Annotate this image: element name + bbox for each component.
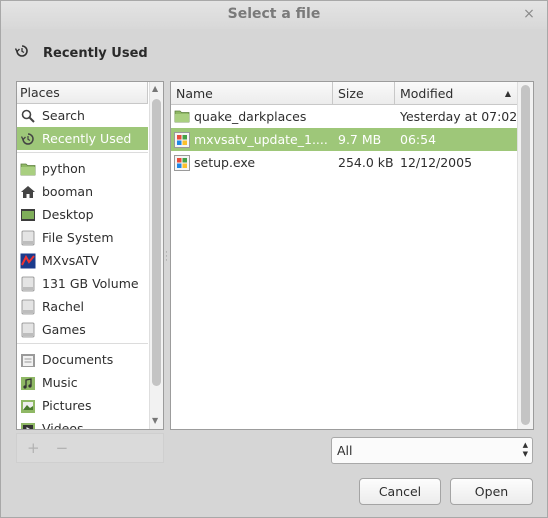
file-list: Name Size Modified ▲ quake_darkplaces Yes… — [170, 81, 534, 430]
place-item-label: booman — [42, 184, 93, 199]
places-header[interactable]: Places — [17, 82, 148, 104]
scroll-down-icon[interactable]: ▼ — [152, 416, 158, 425]
file-rows: quake_darkplaces Yesterday at 07:02 mxvsat… — [171, 105, 533, 174]
place-item-documents[interactable]: Documents — [17, 348, 148, 371]
file-list-scrollbar[interactable] — [517, 82, 533, 429]
exe-icon — [174, 131, 190, 148]
file-modified: Yesterday at 07:02 — [400, 109, 518, 124]
title-bar[interactable]: Select a file × — [1, 1, 547, 29]
column-size[interactable]: Size — [333, 82, 395, 105]
scroll-up-icon[interactable]: ▲ — [152, 84, 158, 93]
music-folder-icon — [20, 375, 36, 391]
place-item-search[interactable]: Search — [17, 104, 148, 127]
file-list-scroll-thumb[interactable] — [521, 85, 530, 425]
file-row[interactable]: quake_darkplaces Yesterday at 07:02 — [171, 105, 518, 128]
file-name-cell: mxvsatv_update_1.... — [171, 131, 333, 148]
pictures-folder-icon — [20, 398, 36, 414]
file-name: setup.exe — [194, 155, 256, 170]
drive-icon — [20, 299, 36, 315]
place-item-mxvsatv[interactable]: MXvsATV — [17, 249, 148, 272]
file-name: quake_darkplaces — [194, 109, 307, 124]
place-item-label: MXvsATV — [42, 253, 100, 268]
column-name[interactable]: Name — [171, 82, 333, 105]
sort-ascending-icon: ▲ — [504, 89, 511, 98]
places-sidebar: Places Search Recently Used python booman De… — [16, 81, 164, 430]
file-modified: 12/12/2005 — [400, 155, 473, 170]
file-name: mxvsatv_update_1.... — [194, 132, 328, 147]
cancel-button[interactable]: Cancel — [359, 478, 441, 505]
videos-folder-icon — [20, 421, 36, 429]
updown-icon: ▲ ▼ — [522, 441, 528, 458]
place-item-games[interactable]: Games — [17, 318, 148, 341]
place-item-label: Rachel — [42, 299, 85, 314]
column-modified[interactable]: Modified ▲ — [395, 82, 518, 105]
search-icon — [20, 108, 36, 124]
place-item-label: Music — [42, 375, 78, 390]
drive-icon — [20, 322, 36, 338]
filter-value: All — [337, 443, 353, 458]
drive-icon — [20, 230, 36, 246]
place-item-recently-used[interactable]: Recently Used — [17, 127, 148, 150]
folder-icon — [174, 109, 190, 125]
drive-icon — [20, 276, 36, 292]
place-item-music[interactable]: Music — [17, 371, 148, 394]
places-scroll-thumb[interactable] — [152, 99, 161, 386]
file-size: 9.7 MB — [338, 132, 382, 147]
location-label: Recently Used — [43, 45, 148, 61]
close-icon[interactable]: × — [521, 6, 537, 22]
dialog-title: Select a file — [227, 6, 321, 22]
place-item-booman[interactable]: booman — [17, 180, 148, 203]
folder-icon — [20, 161, 36, 177]
open-button[interactable]: Open — [450, 478, 533, 505]
place-item-label: File System — [42, 230, 114, 245]
file-type-filter[interactable]: All ▲ ▼ — [331, 437, 533, 464]
places-separator — [17, 152, 148, 156]
place-item-label: Recently Used — [42, 131, 132, 146]
file-chooser-dialog: Select a file × Recently Used Places Sea… — [0, 0, 548, 518]
file-row[interactable]: setup.exe 254.0 kB 12/12/2005 — [171, 151, 518, 174]
recent-icon — [14, 44, 31, 62]
place-item-label: Games — [42, 322, 86, 337]
remove-bookmark-button[interactable]: − — [56, 439, 69, 457]
place-item-label: python — [42, 161, 86, 176]
place-item-label: Documents — [42, 352, 114, 367]
place-item-label: Videos — [42, 421, 84, 430]
place-item-label: Search — [42, 108, 85, 123]
place-item-label: Desktop — [42, 207, 94, 222]
place-item-pictures[interactable]: Pictures — [17, 394, 148, 417]
file-row[interactable]: mxvsatv_update_1.... 9.7 MB 06:54 — [171, 128, 518, 151]
exe-icon — [174, 154, 190, 171]
place-item-videos[interactable]: Videos — [17, 417, 148, 430]
column-modified-label: Modified — [400, 86, 454, 101]
places-buttons: + − — [16, 433, 164, 463]
pane-splitter[interactable]: · · · — [165, 249, 168, 266]
places-scrollbar[interactable]: ▲ ▼ — [149, 82, 163, 429]
places-separator — [17, 343, 148, 347]
places-list: Search Recently Used python booman Desktop Fi… — [17, 104, 163, 430]
place-item-desktop[interactable]: Desktop — [17, 203, 148, 226]
recent-icon — [20, 131, 36, 147]
file-modified: 06:54 — [400, 132, 437, 147]
place-item-131-gb-volume[interactable]: 131 GB Volume — [17, 272, 148, 295]
file-name-cell: setup.exe — [171, 154, 333, 171]
file-name-cell: quake_darkplaces — [171, 109, 333, 125]
place-item-python[interactable]: python — [17, 157, 148, 180]
place-item-file-system[interactable]: File System — [17, 226, 148, 249]
place-item-rachel[interactable]: Rachel — [17, 295, 148, 318]
location-bar[interactable]: Recently Used — [14, 43, 148, 63]
mxvsatv-icon — [20, 253, 36, 269]
place-item-label: Pictures — [42, 398, 92, 413]
file-list-header: Name Size Modified ▲ — [171, 82, 518, 105]
place-item-label: 131 GB Volume — [42, 276, 139, 291]
home-icon — [20, 184, 36, 200]
desktop-icon — [20, 207, 36, 223]
add-bookmark-button[interactable]: + — [27, 439, 40, 457]
file-size: 254.0 kB — [338, 155, 394, 170]
documents-folder-icon — [20, 352, 36, 368]
